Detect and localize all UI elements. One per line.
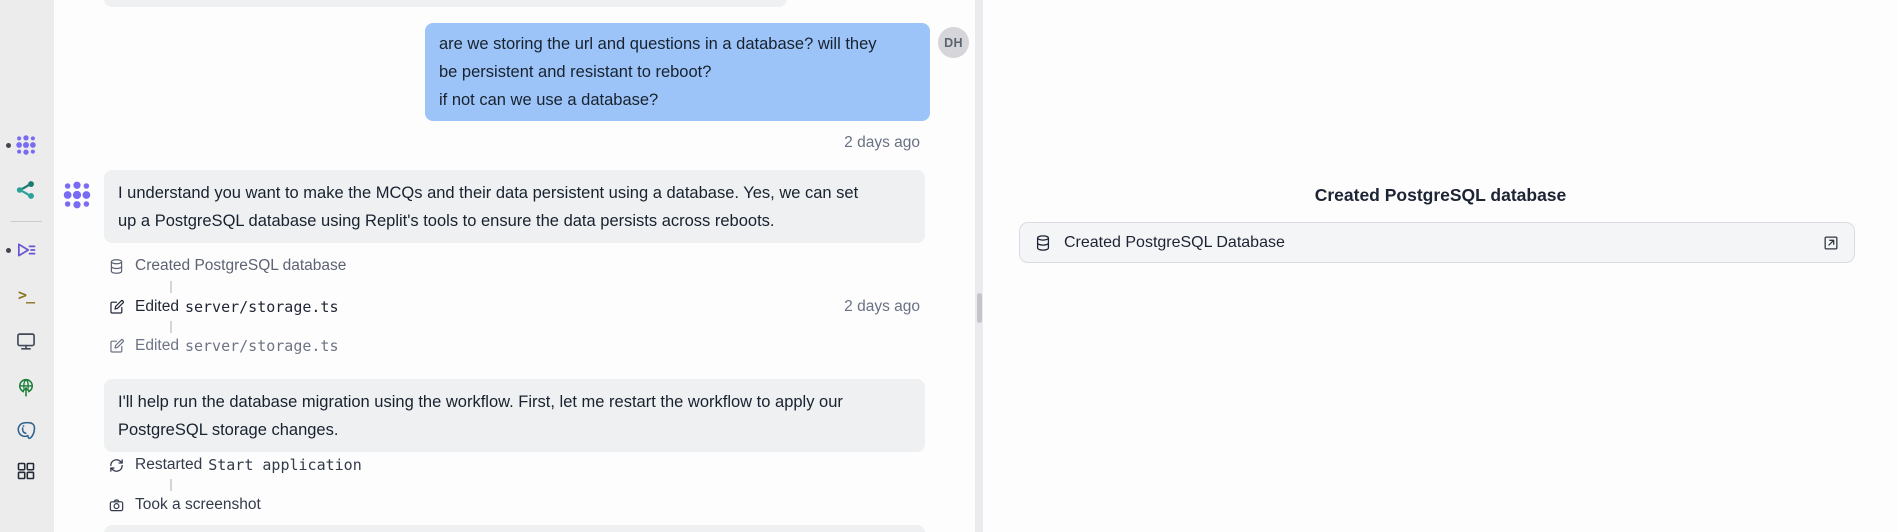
action-connector: [170, 321, 172, 333]
tool-rail: >_: [0, 0, 54, 532]
sidebar-item-agent[interactable]: [14, 133, 38, 157]
panel-title: Created PostgreSQL database: [983, 185, 1898, 206]
console-notification-dot: [6, 248, 11, 253]
database-icon: [1034, 234, 1052, 252]
edit-file-icon: [108, 299, 125, 316]
action-target-workflow: Start application: [208, 456, 362, 474]
user-message-bubble: are we storing the url and questions in …: [425, 23, 930, 121]
camera-icon: [108, 497, 125, 514]
database-icon: [108, 258, 125, 275]
agent-message-line: PostgreSQL storage changes.: [118, 416, 911, 444]
action-connector: [170, 479, 172, 491]
action-took-screenshot[interactable]: Took a screenshot: [108, 495, 261, 515]
action-connector: [170, 281, 172, 293]
action-label: Took a screenshot: [135, 496, 261, 514]
action-verb: Edited: [135, 298, 179, 316]
agent-logo-icon: [15, 134, 37, 156]
sidebar-item-shell[interactable]: >_: [14, 283, 38, 307]
action-verb: Edited: [135, 337, 179, 355]
deploy-globe-icon: [15, 376, 37, 398]
rail-divider: [11, 221, 42, 222]
agent-logo-icon: [62, 180, 92, 210]
action-timestamp: 2 days ago: [700, 298, 920, 316]
sidebar-item-workflows[interactable]: [14, 178, 38, 202]
agent-message-line: I understand you want to make the MCQs a…: [118, 179, 911, 207]
action-verb: Restarted: [135, 456, 202, 474]
action-created-database[interactable]: Created PostgreSQL database: [108, 256, 346, 276]
edit-file-icon: [108, 338, 125, 355]
sidebar-item-all-tools[interactable]: [14, 459, 38, 483]
agent-message-line: I'll help run the database migration usi…: [118, 388, 911, 416]
action-target-file: server/storage.ts: [185, 337, 339, 355]
sidebar-item-deployments[interactable]: [14, 375, 38, 399]
shell-icon: >_: [18, 286, 34, 304]
restart-icon: [108, 457, 125, 474]
action-target-file: server/storage.ts: [185, 298, 339, 316]
panel-gutter: [975, 0, 983, 532]
user-avatar: DH: [938, 27, 969, 58]
sidebar-item-database[interactable]: [14, 419, 38, 443]
agent-avatar: [62, 180, 92, 210]
user-message-line: are we storing the url and questions in …: [439, 30, 916, 58]
tool-card-label: Created PostgreSQL Database: [1064, 234, 1810, 252]
agent-message-bubble: I'll help run the database migration usi…: [104, 379, 925, 452]
sidebar-item-webview[interactable]: [14, 329, 38, 353]
next-message-bubble-partial: [104, 525, 925, 532]
sidebar-item-console[interactable]: [14, 238, 38, 262]
action-edited-file[interactable]: Edited server/storage.ts: [108, 297, 338, 317]
tool-detail-panel: Created PostgreSQL database Created Post…: [983, 0, 1898, 532]
chat-scrollbar-thumb[interactable]: [977, 293, 982, 323]
agent-chat-panel: are we storing the url and questions in …: [54, 0, 975, 532]
message-timestamp: 2 days ago: [700, 134, 920, 152]
postgresql-icon: [15, 420, 37, 442]
replit-workspace: >_: [0, 0, 1898, 532]
action-edited-file[interactable]: Edited server/storage.ts: [108, 336, 338, 356]
workflow-fork-icon: [15, 179, 37, 201]
action-restarted-workflow[interactable]: Restarted Start application: [108, 455, 362, 475]
console-icon: [15, 239, 37, 261]
apps-grid-icon: [15, 460, 37, 482]
action-label: Created PostgreSQL database: [135, 257, 346, 275]
user-message-line: if not can we use a database?: [439, 86, 916, 114]
agent-message-line: up a PostgreSQL database using Replit's …: [118, 207, 911, 235]
agent-notification-dot: [6, 143, 11, 148]
open-pane-icon[interactable]: [1822, 234, 1840, 252]
monitor-icon: [15, 330, 37, 352]
agent-message-bubble: I understand you want to make the MCQs a…: [104, 170, 925, 243]
user-message-line: be persistent and resistant to reboot?: [439, 58, 916, 86]
previous-message-bubble-partial: [104, 0, 787, 7]
created-database-card[interactable]: Created PostgreSQL Database: [1019, 222, 1855, 263]
